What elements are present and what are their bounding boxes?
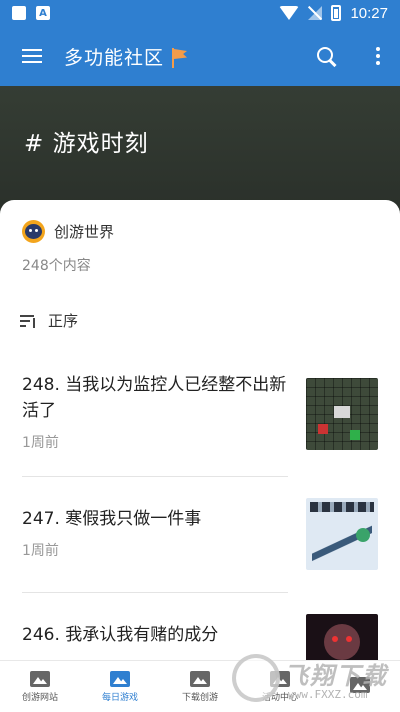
post-time: 1周前 xyxy=(22,435,59,451)
post-title[interactable]: 247. 寒假我只做一件事 xyxy=(22,506,292,532)
post-title[interactable]: 246. 我承认我有赌的成分 xyxy=(22,622,292,648)
nav-label: 下载创游 xyxy=(181,692,218,703)
sort-toggle[interactable]: 正序 xyxy=(20,310,78,331)
no-signal-icon xyxy=(308,6,323,20)
post-thumbnail[interactable] xyxy=(306,498,378,570)
wifi-icon xyxy=(279,6,300,20)
search-icon[interactable] xyxy=(300,26,356,86)
divider xyxy=(22,476,288,477)
nav-label: 每日游戏 xyxy=(101,692,138,703)
status-bar: A 10:27 xyxy=(0,0,400,26)
creator-name[interactable]: 创游世界 xyxy=(54,221,114,242)
sort-label: 正序 xyxy=(48,312,79,330)
post-time: 1周前 xyxy=(22,543,59,559)
watermark: 飞翔下载 www.FXXZ.com xyxy=(232,650,397,708)
image-icon xyxy=(30,670,50,687)
watermark-text: 飞翔下载 xyxy=(284,662,388,690)
more-options-icon[interactable] xyxy=(356,26,400,86)
nav-item-download[interactable]: 下载创游 xyxy=(160,661,240,712)
app-notification-icon: A xyxy=(36,6,50,20)
creator-info[interactable]: 创游世界 xyxy=(22,220,114,243)
divider xyxy=(22,592,288,593)
battery-icon xyxy=(331,5,342,21)
image-icon xyxy=(190,670,210,687)
status-time: 10:27 xyxy=(350,4,388,22)
nav-item-website[interactable]: 创游网站 xyxy=(0,661,80,712)
collection-sheet: 创游世界 248个内容 正序 248. 当我以为监控人已经整不出新活了 1周前 … xyxy=(0,200,400,660)
notification-square-icon xyxy=(12,6,26,20)
app-toolbar: 多功能社区 xyxy=(0,26,400,86)
toolbar-title: 多功能社区 xyxy=(64,46,165,69)
sort-icon xyxy=(20,314,36,328)
watermark-url: www.FXXZ.com xyxy=(288,688,368,701)
image-icon xyxy=(110,670,130,687)
collection-hashtag-title: # 游戏时刻 xyxy=(24,131,149,157)
post-item[interactable]: 248. 当我以为监控人已经整不出新活了 1周前 xyxy=(22,372,378,462)
content-count: 248个内容 xyxy=(22,258,91,274)
nav-label: 创游网站 xyxy=(21,692,58,703)
nav-item-daily-games[interactable]: 每日游戏 xyxy=(80,661,160,712)
post-title[interactable]: 248. 当我以为监控人已经整不出新活了 xyxy=(22,372,292,424)
post-thumbnail[interactable] xyxy=(306,378,378,450)
flag-icon xyxy=(170,48,188,68)
menu-icon[interactable] xyxy=(0,26,64,86)
post-item[interactable]: 247. 寒假我只做一件事 1周前 xyxy=(22,498,378,586)
watermark-logo-icon xyxy=(232,654,280,702)
creator-avatar[interactable] xyxy=(22,220,45,243)
